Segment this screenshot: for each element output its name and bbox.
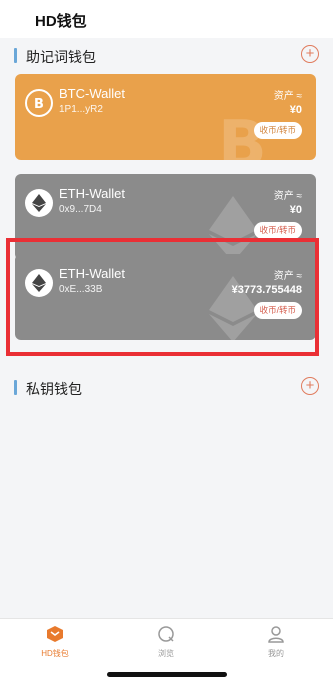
profile-icon bbox=[268, 626, 284, 643]
page-title: HD钱包 bbox=[35, 13, 87, 30]
svg-text:B: B bbox=[34, 97, 44, 111]
ethereum-icon bbox=[25, 189, 53, 217]
receive-transfer-button[interactable]: 收币/转币 bbox=[253, 122, 302, 139]
wallet-address: 0x9...7D4 bbox=[59, 204, 102, 215]
section-mnemonic-title: 助记词钱包 bbox=[26, 49, 96, 65]
app-header: HD钱包 bbox=[0, 0, 333, 38]
add-private-key-wallet-button[interactable]: + bbox=[301, 377, 319, 395]
section-private-key-title: 私钥钱包 bbox=[26, 381, 82, 397]
asset-label: 资产 ≈ bbox=[273, 191, 302, 202]
section-mnemonic-header: 助记词钱包 + bbox=[0, 44, 333, 68]
section-marker bbox=[14, 48, 17, 63]
home-indicator bbox=[107, 672, 227, 677]
tab-label: HD钱包 bbox=[41, 649, 69, 658]
plus-circle-icon: + bbox=[305, 377, 315, 394]
wallet-icon bbox=[47, 626, 63, 642]
asset-label: 资产 ≈ bbox=[273, 91, 302, 102]
selection-highlight bbox=[6, 238, 319, 356]
section-marker bbox=[14, 380, 17, 395]
wallet-address: 1P1...yR2 bbox=[59, 104, 103, 115]
wallet-card-btc[interactable]: B B BTC-Wallet 1P1...yR2 资产 ≈ ¥0 收币/转币 bbox=[15, 74, 316, 160]
asset-value: ¥0 bbox=[289, 204, 302, 216]
tab-label: 浏览 bbox=[158, 649, 174, 658]
tab-browse[interactable]: 浏览 bbox=[136, 625, 196, 659]
plus-circle-icon: + bbox=[305, 45, 315, 62]
bitcoin-icon: B bbox=[25, 89, 53, 117]
browse-icon bbox=[158, 626, 174, 642]
wallet-name: ETH-Wallet bbox=[59, 186, 125, 201]
tab-label: 我的 bbox=[268, 649, 284, 658]
section-private-key-header: 私钥钱包 + bbox=[0, 376, 333, 400]
receive-transfer-button[interactable]: 收币/转币 bbox=[253, 222, 302, 239]
add-mnemonic-wallet-button[interactable]: + bbox=[301, 45, 319, 63]
asset-value: ¥0 bbox=[289, 104, 302, 116]
tab-hd-wallet[interactable]: HD钱包 bbox=[25, 625, 85, 659]
tab-profile[interactable]: 我的 bbox=[246, 625, 306, 659]
wallet-name: BTC-Wallet bbox=[59, 86, 125, 101]
